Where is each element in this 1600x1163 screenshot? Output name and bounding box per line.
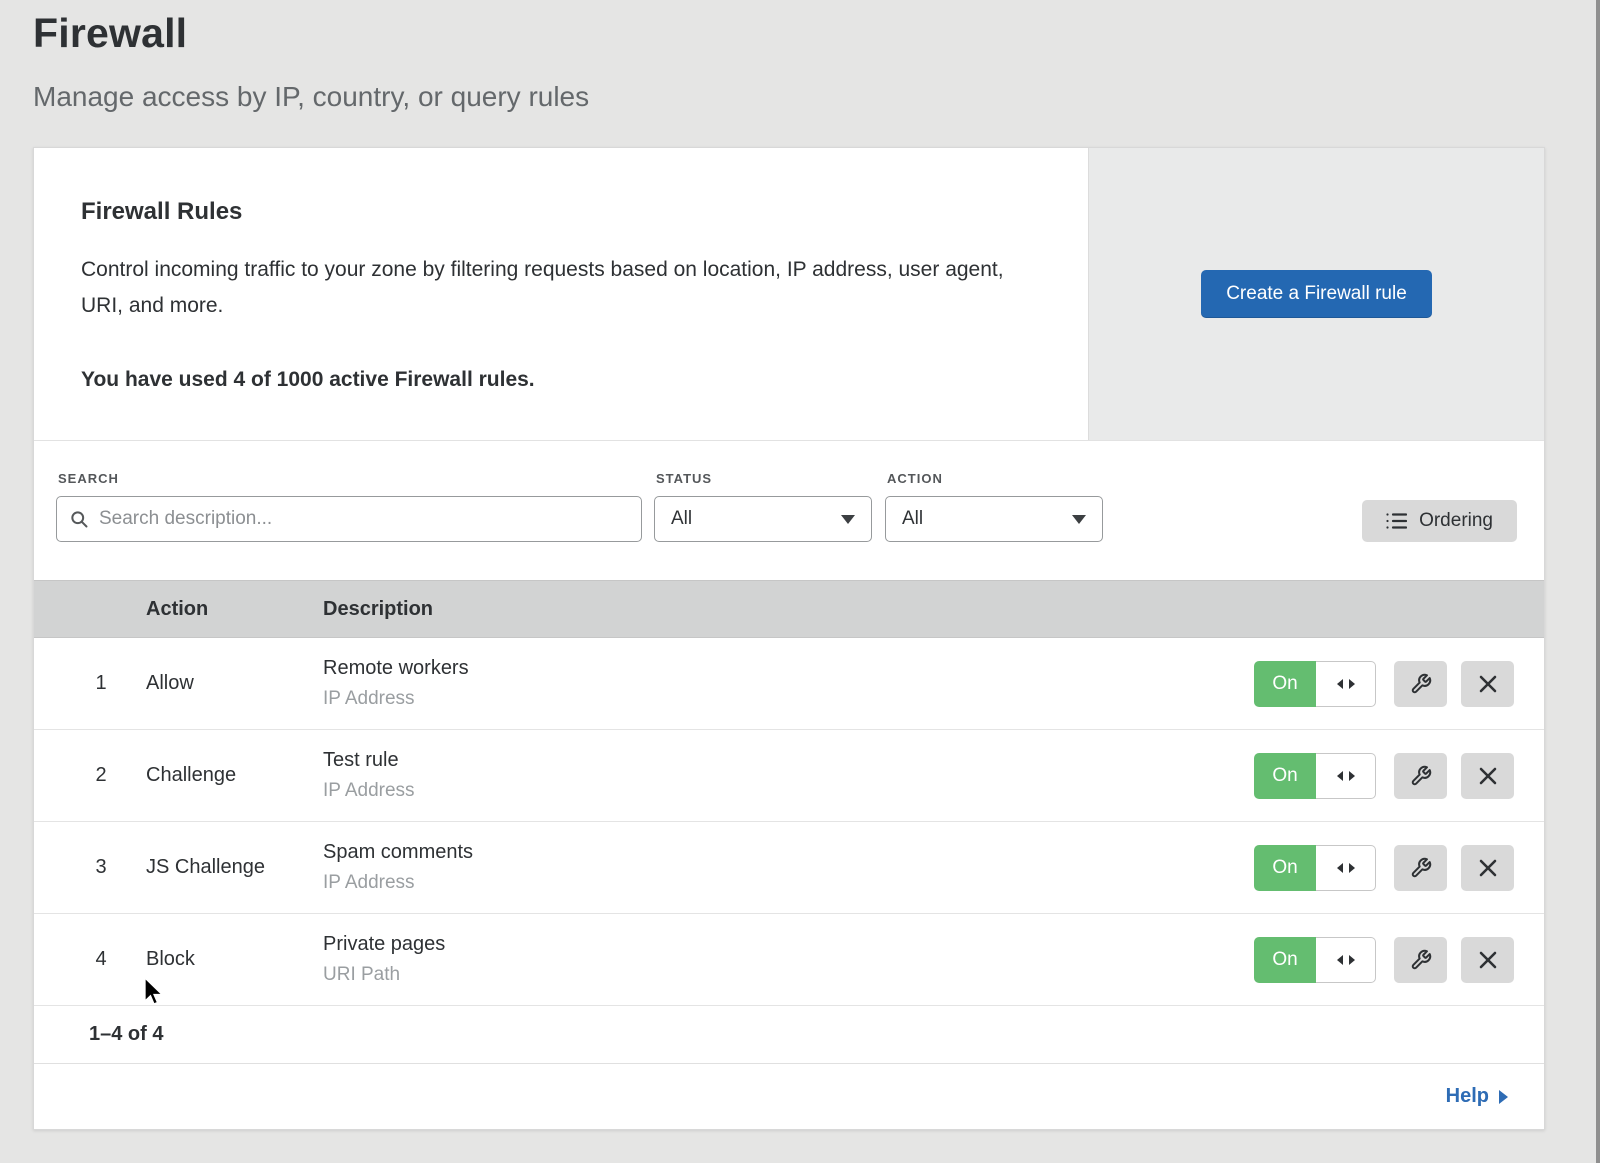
rule-action: Block	[146, 948, 323, 971]
page-subtitle: Manage access by IP, country, or query r…	[33, 81, 1600, 113]
toggle-on-label[interactable]: On	[1254, 845, 1316, 891]
firewall-rules-card: Firewall Rules Control incoming traffic …	[33, 147, 1545, 1130]
pagination: 1–4 of 4	[34, 1006, 1544, 1064]
delete-rule-button[interactable]	[1461, 937, 1514, 983]
rule-action: JS Challenge	[146, 856, 323, 879]
pagination-text: 1–4 of 4	[89, 1023, 163, 1046]
action-select[interactable]: All	[885, 496, 1103, 542]
toggle-on-label[interactable]: On	[1254, 661, 1316, 707]
filters-bar: SEARCH STATUS All ACTION All	[34, 441, 1544, 580]
x-icon	[1478, 674, 1498, 694]
rule-description: Spam comments	[323, 841, 1254, 864]
page-header: Firewall Manage access by IP, country, o…	[0, 0, 1600, 113]
rule-match-type: IP Address	[323, 688, 1254, 710]
usage-summary: You have used 4 of 1000 active Firewall …	[81, 368, 1028, 392]
wrench-icon	[1410, 857, 1432, 879]
chevron-down-icon	[1072, 515, 1086, 524]
card-title: Firewall Rules	[81, 198, 1028, 226]
delete-rule-button[interactable]	[1461, 661, 1514, 707]
create-rule-panel: Create a Firewall rule	[1088, 148, 1544, 440]
action-label: ACTION	[887, 471, 1103, 486]
toggle-arrows-icon[interactable]	[1316, 753, 1376, 799]
rule-match-type: IP Address	[323, 872, 1254, 894]
delete-rule-button[interactable]	[1461, 845, 1514, 891]
wrench-icon	[1410, 765, 1432, 787]
help-link-label: Help	[1446, 1085, 1489, 1108]
toggle-arrows-icon[interactable]	[1316, 937, 1376, 983]
wrench-icon	[1410, 673, 1432, 695]
rule-action: Challenge	[146, 764, 323, 787]
column-header-description: Description	[323, 598, 1544, 621]
toggle-arrows-icon[interactable]	[1316, 661, 1376, 707]
search-box[interactable]	[56, 496, 642, 542]
rule-number: 4	[34, 948, 146, 971]
edit-rule-button[interactable]	[1394, 845, 1447, 891]
ordering-button-label: Ordering	[1419, 510, 1493, 532]
chevron-down-icon	[841, 515, 855, 524]
edit-rule-button[interactable]	[1394, 661, 1447, 707]
toggle-on-label[interactable]: On	[1254, 753, 1316, 799]
toggle-arrows-icon[interactable]	[1316, 845, 1376, 891]
delete-rule-button[interactable]	[1461, 753, 1514, 799]
search-label: SEARCH	[58, 471, 642, 486]
search-icon	[69, 509, 89, 529]
action-select-value: All	[902, 508, 923, 530]
wrench-icon	[1410, 949, 1432, 971]
status-select[interactable]: All	[654, 496, 872, 542]
rule-action: Allow	[146, 672, 323, 695]
table-row: 4 Block Private pages URI Path On	[34, 914, 1544, 1006]
table-row: 3 JS Challenge Spam comments IP Address …	[34, 822, 1544, 914]
table-header: Action Description	[34, 580, 1544, 638]
table-row: 2 Challenge Test rule IP Address On	[34, 730, 1544, 822]
x-icon	[1478, 858, 1498, 878]
rule-enabled-toggle[interactable]: On	[1254, 753, 1376, 799]
card-top-section: Firewall Rules Control incoming traffic …	[34, 148, 1544, 441]
ordering-button[interactable]: Ordering	[1362, 500, 1517, 542]
caret-right-icon	[1499, 1090, 1508, 1104]
edit-rule-button[interactable]	[1394, 753, 1447, 799]
search-input[interactable]	[99, 508, 629, 530]
help-row: Help	[34, 1064, 1544, 1129]
table-row: 1 Allow Remote workers IP Address On	[34, 638, 1544, 730]
rule-description: Remote workers	[323, 657, 1254, 680]
toggle-on-label[interactable]: On	[1254, 937, 1316, 983]
column-header-action: Action	[146, 598, 323, 621]
status-select-value: All	[671, 508, 692, 530]
x-icon	[1478, 766, 1498, 786]
rule-description: Private pages	[323, 933, 1254, 956]
rule-number: 2	[34, 764, 146, 787]
rule-description: Test rule	[323, 749, 1254, 772]
rule-number: 3	[34, 856, 146, 879]
status-label: STATUS	[656, 471, 872, 486]
rule-match-type: URI Path	[323, 964, 1254, 986]
help-link[interactable]: Help	[1446, 1085, 1508, 1108]
page-title: Firewall	[33, 10, 1600, 57]
rule-enabled-toggle[interactable]: On	[1254, 937, 1376, 983]
x-icon	[1478, 950, 1498, 970]
edit-rule-button[interactable]	[1394, 937, 1447, 983]
ordering-list-icon	[1386, 512, 1407, 530]
rule-number: 1	[34, 672, 146, 695]
card-description: Control incoming traffic to your zone by…	[81, 252, 1028, 324]
window-edge	[1596, 0, 1600, 1163]
rule-enabled-toggle[interactable]: On	[1254, 661, 1376, 707]
rule-match-type: IP Address	[323, 780, 1254, 802]
create-firewall-rule-button[interactable]: Create a Firewall rule	[1201, 270, 1432, 318]
rule-enabled-toggle[interactable]: On	[1254, 845, 1376, 891]
